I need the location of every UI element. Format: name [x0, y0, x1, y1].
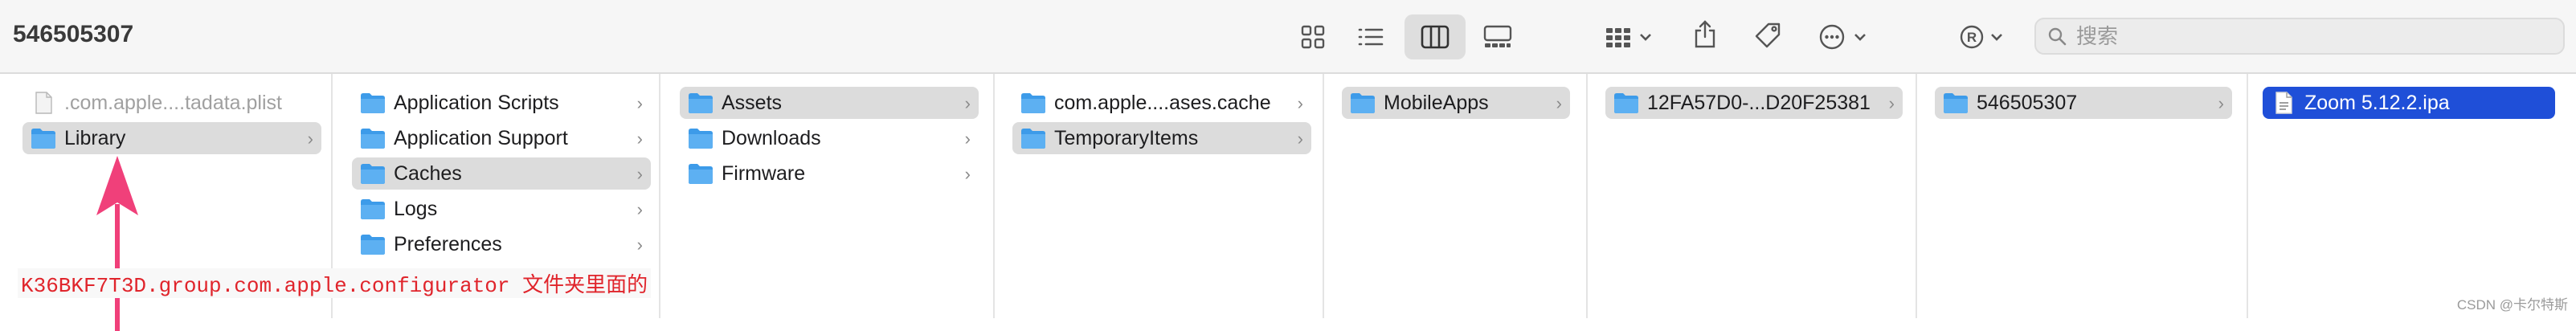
folder-item-546505307[interactable]: 546505307 › — [1935, 87, 2232, 119]
file-item-zoom-ipa[interactable]: Zoom 5.12.2.ipa — [2263, 87, 2555, 119]
finder-ext-icon[interactable]: R — [1952, 14, 2017, 59]
folder-label: Preferences — [394, 232, 502, 255]
folder-icon — [688, 162, 714, 185]
folder-item-application-scripts[interactable]: Application Scripts › — [352, 87, 651, 119]
folder-item-application-support[interactable]: Application Support › — [352, 122, 651, 154]
folder-label: Logs — [394, 197, 438, 220]
more-icon[interactable] — [1813, 14, 1882, 59]
plist-file-icon — [31, 92, 56, 114]
folder-icon — [360, 233, 386, 255]
share-icon[interactable] — [1683, 11, 1728, 56]
folder-icon — [1613, 92, 1639, 114]
file-label: Zoom 5.12.2.ipa — [2304, 91, 2450, 114]
folder-item-library[interactable]: Library › — [22, 122, 321, 154]
folder-icon — [360, 92, 386, 114]
column-view-icon[interactable] — [1405, 14, 1466, 59]
folder-label: com.apple....ases.cache — [1054, 91, 1271, 114]
folder-item-firmware[interactable]: Firmware › — [680, 157, 979, 190]
file-label: .com.apple....tadata.plist — [64, 91, 282, 114]
folder-item-caches[interactable]: Caches › — [352, 157, 651, 190]
folder-icon — [31, 127, 56, 149]
folder-icon — [360, 162, 386, 185]
folder-item-temporaryitems[interactable]: TemporaryItems › — [1012, 122, 1311, 154]
folder-icon — [360, 127, 386, 149]
folder-label: 12FA57D0-...D20F25381 — [1647, 91, 1871, 114]
toolbar: 546505307 R — [0, 0, 2576, 74]
folder-icon — [688, 127, 714, 149]
folder-icon — [688, 92, 714, 114]
annotation-text: K36BKF7T3D.group.com.apple.configurator … — [18, 268, 652, 298]
folder-item-downloads[interactable]: Downloads › — [680, 122, 979, 154]
folder-label: MobileApps — [1384, 91, 1489, 114]
folder-label: 546505307 — [1977, 91, 2078, 114]
watermark: CSDN @卡尔特斯 — [2456, 297, 2568, 313]
folder-label: Application Scripts — [394, 91, 559, 114]
ipa-file-icon — [2271, 92, 2296, 114]
finder-column-5: MobileApps › — [1324, 74, 1588, 318]
folder-icon — [360, 198, 386, 220]
chevron-right-icon: › — [636, 129, 643, 149]
chevron-right-icon: › — [964, 93, 971, 113]
grid-view-icon[interactable] — [1290, 14, 1335, 59]
folder-icon — [1020, 127, 1046, 149]
folder-item-mobileapps[interactable]: MobileApps › — [1342, 87, 1570, 119]
chevron-right-icon: › — [307, 129, 313, 149]
chevron-right-icon: › — [1297, 93, 1303, 113]
list-view-icon[interactable] — [1348, 14, 1393, 59]
chevron-right-icon: › — [636, 235, 643, 255]
finder-column-3: Assets › Downloads › Firmware › — [660, 74, 995, 318]
annotation-arrow — [96, 156, 138, 331]
folder-item-preferences[interactable]: Preferences › — [352, 228, 651, 260]
window-title: 546505307 — [13, 21, 134, 47]
finder-column-6: 12FA57D0-...D20F25381 › — [1588, 74, 1917, 318]
folder-item-assets[interactable]: Assets › — [680, 87, 979, 119]
folder-label: Assets — [722, 91, 783, 114]
chevron-right-icon: › — [964, 164, 971, 184]
folder-label: Application Support — [394, 126, 568, 149]
chevron-right-icon: › — [2218, 93, 2224, 113]
search-icon — [2048, 27, 2067, 46]
search-field[interactable] — [2034, 18, 2565, 55]
finder-column-8: Zoom 5.12.2.ipa — [2248, 74, 2576, 318]
folder-label: Firmware — [722, 161, 806, 185]
finder-column-7: 546505307 › — [1917, 74, 2248, 318]
chevron-right-icon: › — [1556, 93, 1562, 113]
chevron-right-icon: › — [1297, 129, 1303, 149]
folder-item-assets-cache[interactable]: com.apple....ases.cache › — [1012, 87, 1311, 119]
folder-item-uuid[interactable]: 12FA57D0-...D20F25381 › — [1605, 87, 1903, 119]
chevron-right-icon: › — [1888, 93, 1895, 113]
tag-icon[interactable] — [1745, 13, 1790, 58]
folder-label: Downloads — [722, 126, 821, 149]
folder-item-logs[interactable]: Logs › — [352, 193, 651, 225]
search-input[interactable] — [2075, 22, 2528, 50]
svg-text:R: R — [1967, 30, 1977, 45]
folder-icon — [1350, 92, 1376, 114]
folder-icon — [1943, 92, 1969, 114]
file-item[interactable]: .com.apple....tadata.plist — [22, 87, 321, 119]
folder-label: TemporaryItems — [1054, 126, 1199, 149]
folder-label: Library — [64, 126, 126, 149]
group-icon[interactable] — [1599, 14, 1660, 59]
folder-label: Caches — [394, 161, 462, 185]
gallery-view-icon[interactable] — [1475, 14, 1520, 59]
chevron-right-icon: › — [636, 93, 643, 113]
chevron-right-icon: › — [964, 129, 971, 149]
finder-column-4: com.apple....ases.cache › TemporaryItems… — [995, 74, 1324, 318]
folder-icon — [1020, 92, 1046, 114]
chevron-right-icon: › — [636, 199, 643, 219]
chevron-right-icon: › — [636, 164, 643, 184]
